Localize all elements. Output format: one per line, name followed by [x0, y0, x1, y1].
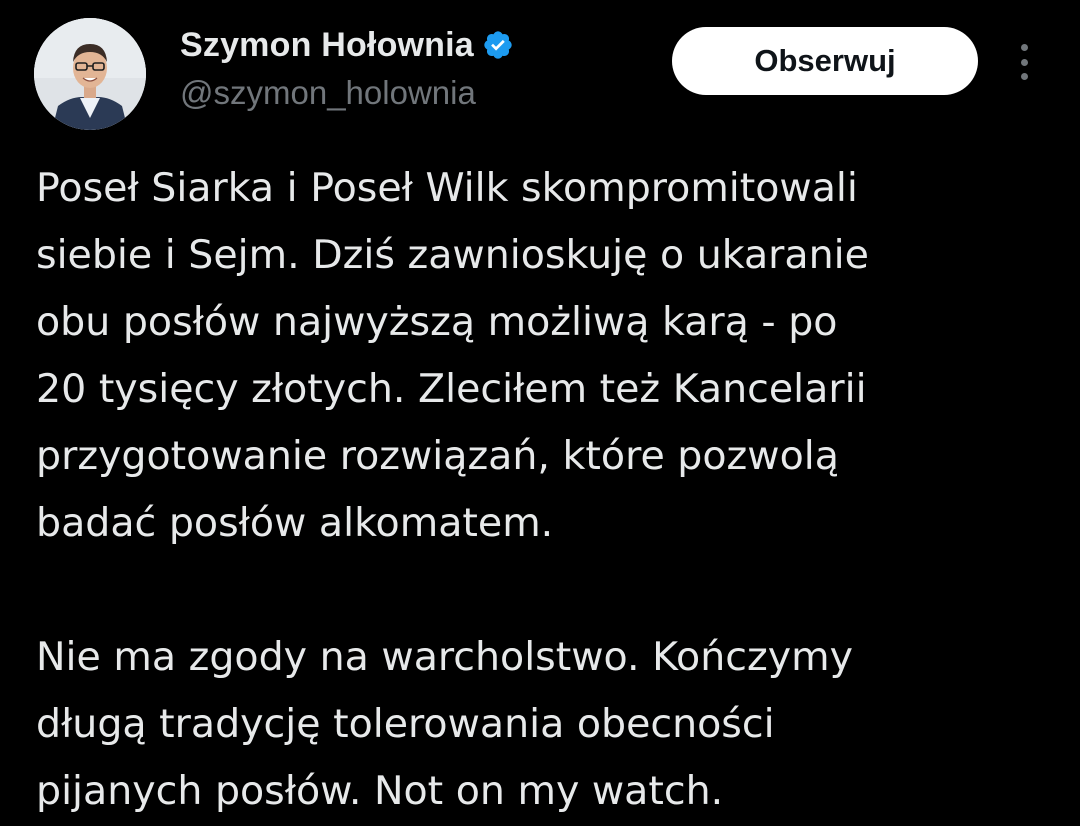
tweet-text: Poseł Siarka i Poseł Wilk skompromitowal… — [36, 155, 1056, 825]
author-info: Szymon Hołownia @szymon_holownia — [180, 22, 514, 112]
follow-button[interactable]: Obserwuj — [672, 27, 978, 95]
tweet-paragraph: Poseł Siarka i Poseł Wilk skompromitowal… — [36, 165, 869, 546]
more-vertical-icon[interactable] — [1008, 40, 1040, 84]
tweet-paragraph: Nie ma zgody na warcholstwo. Kończymy dł… — [36, 634, 853, 814]
handle[interactable]: @szymon_holownia — [180, 74, 514, 112]
more-dot — [1020, 58, 1028, 66]
tweet: Szymon Hołownia @szymon_holownia Obserwu… — [0, 0, 1080, 826]
avatar-photo — [34, 18, 146, 130]
name-row: Szymon Hołownia — [180, 22, 514, 68]
more-dot — [1020, 73, 1028, 80]
verified-badge-icon — [484, 31, 512, 59]
more-dot — [1020, 44, 1028, 51]
display-name[interactable]: Szymon Hołownia — [180, 26, 474, 65]
avatar[interactable] — [34, 18, 146, 130]
